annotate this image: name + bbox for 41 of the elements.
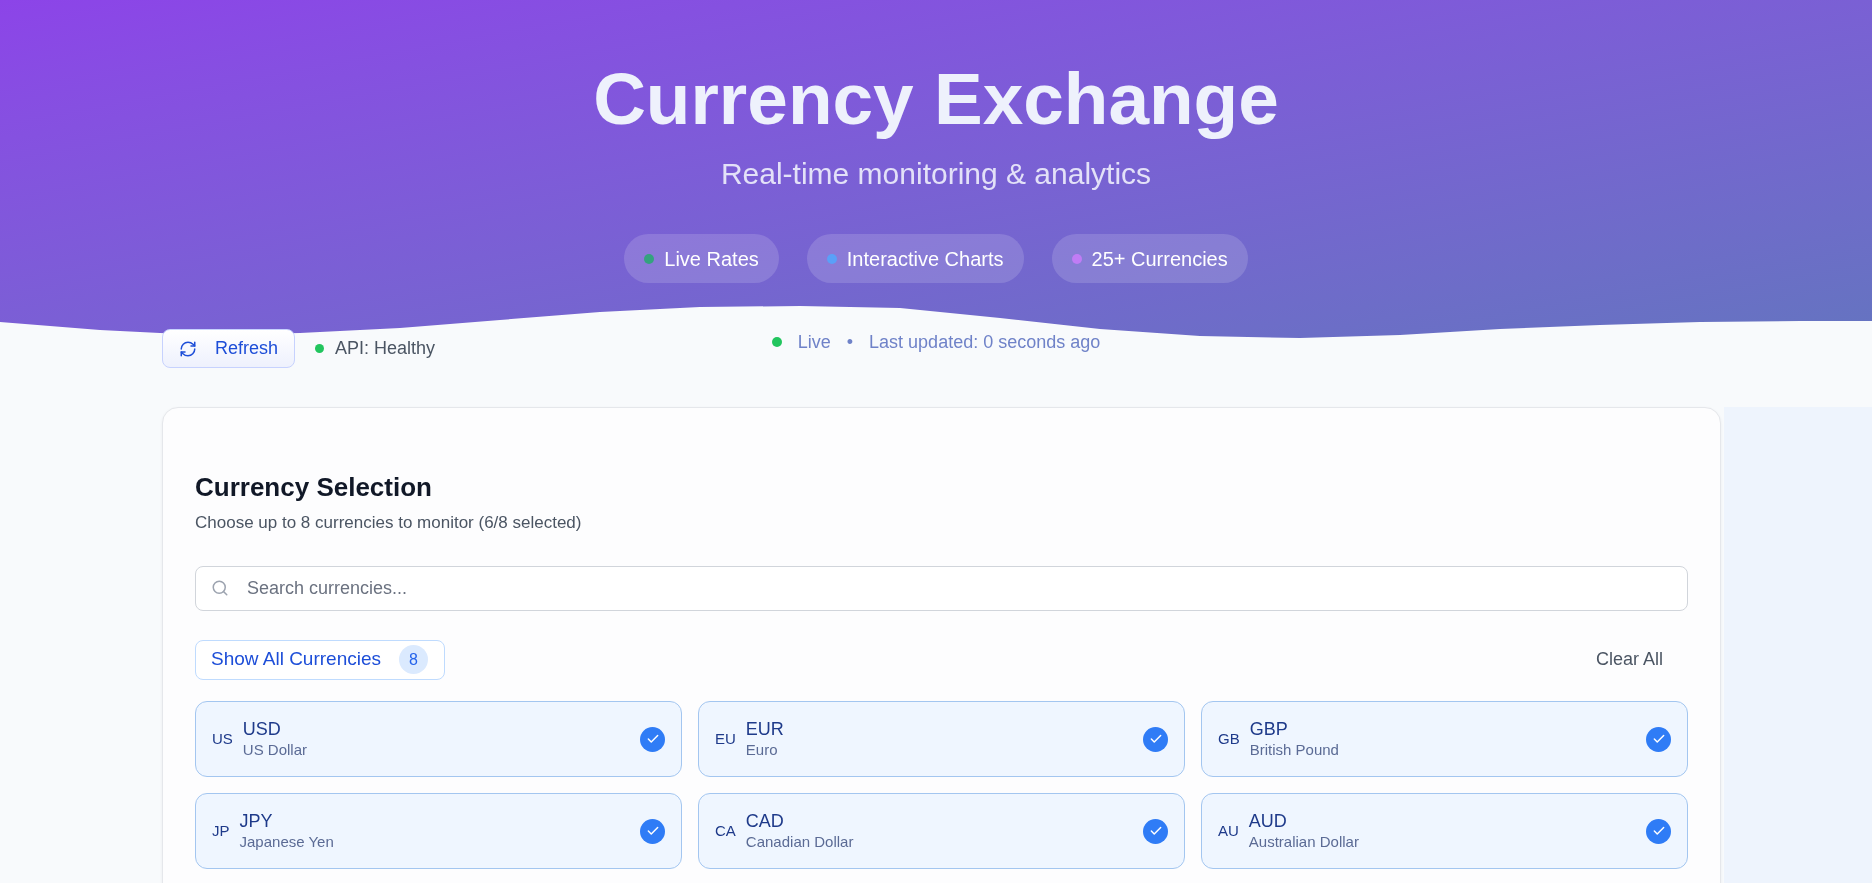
feature-label: Interactive Charts: [846, 246, 1004, 272]
region-code: CA: [715, 820, 736, 841]
check-icon: [1143, 818, 1168, 844]
currency-code: USD: [242, 718, 282, 740]
check-icon: [640, 726, 665, 752]
check-icon: [640, 818, 665, 844]
region-code: GB: [1218, 728, 1240, 749]
currency-name: British Pound: [1249, 740, 1340, 760]
live-label: Live: [797, 332, 831, 352]
api-status: API: Healthy: [335, 337, 436, 360]
currency-code: AUD: [1248, 810, 1288, 832]
separator: •: [846, 332, 854, 352]
region-code: US: [212, 728, 233, 749]
currency-code: CAD: [745, 810, 785, 832]
check-icon: [1143, 726, 1168, 752]
currency-name: Canadian Dollar: [745, 832, 855, 852]
feature-label: Live Rates: [664, 246, 759, 272]
search-field[interactable]: Search currencies...: [195, 566, 1688, 611]
currency-name: Australian Dollar: [1248, 832, 1360, 852]
region-code: AU: [1218, 820, 1239, 841]
currency-name: Euro: [745, 740, 779, 760]
app-subtitle: Real-time monitoring & analytics: [720, 157, 1152, 191]
currency-code: EUR: [745, 718, 785, 740]
currency-name: Japanese Yen: [239, 832, 335, 852]
section-description: Choose up to 8 currencies to monitor (6/8 selected): [195, 512, 583, 534]
region-code: JP: [212, 820, 230, 841]
feature-label: 25+ Currencies: [1091, 246, 1228, 272]
count-badge: 8: [399, 645, 429, 674]
last-updated: Last updated: 0 seconds ago: [869, 332, 1101, 352]
check-icon: [1646, 818, 1671, 844]
section-title: Currency Selection: [195, 471, 433, 503]
currency-name: US Dollar: [242, 740, 309, 760]
refresh-button[interactable]: Refresh: [162, 329, 296, 368]
search-icon: [211, 579, 229, 597]
check-icon: [1646, 726, 1671, 752]
clear-all-button[interactable]: Clear All: [1583, 638, 1675, 681]
region-code: EU: [715, 728, 736, 749]
show-all-button[interactable]: Show All Currencies 8: [195, 639, 446, 680]
currency-code: JPY: [239, 810, 274, 832]
currency-code: GBP: [1249, 718, 1289, 740]
refresh-icon: [179, 339, 197, 358]
